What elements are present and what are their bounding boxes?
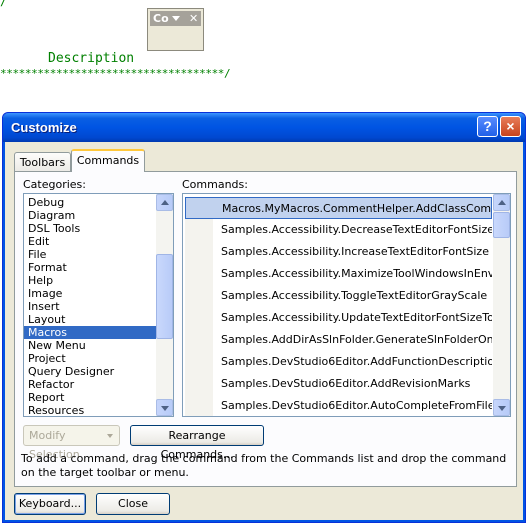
list-item[interactable]: Samples.Accessibility.MaximizeToolWindow…	[185, 263, 492, 285]
close-icon[interactable]: ✕	[189, 11, 198, 26]
command-label: Samples.DevStudio6Editor.AddFunctionDesc…	[221, 355, 492, 368]
close-icon: ×	[506, 118, 515, 134]
scroll-thumb[interactable]	[156, 254, 173, 339]
floating-toolbar-titlebar[interactable]: Co ✕	[150, 11, 201, 26]
scroll-down-button[interactable]	[156, 399, 173, 416]
list-item[interactable]: Edit	[24, 235, 173, 248]
scroll-down-button[interactable]	[493, 399, 510, 416]
categories-label: Categories:	[23, 178, 86, 191]
command-icon-gutter	[185, 329, 213, 351]
list-item[interactable]: Debug	[24, 196, 173, 209]
help-icon: ?	[483, 118, 492, 134]
tab-toolbars[interactable]: Toolbars	[14, 152, 71, 171]
list-item[interactable]: Samples.Accessibility.DecreaseTextEditor…	[185, 219, 492, 241]
list-item[interactable]: Samples.Accessibility.UpdateTextEditorFo…	[185, 307, 492, 329]
list-item[interactable]: New Menu	[24, 339, 173, 352]
list-item[interactable]: Project	[24, 352, 173, 365]
command-label: Samples.Accessibility.ToggleTextEditorGr…	[221, 289, 488, 302]
list-item-selected[interactable]: Macros	[24, 326, 173, 339]
list-item[interactable]: Samples.Accessibility.IncreaseTextEditor…	[185, 241, 492, 263]
command-icon-gutter	[185, 285, 213, 307]
list-item[interactable]: File	[24, 248, 173, 261]
dialog-titlebar[interactable]: Customize ? ×	[3, 113, 525, 142]
commands-label: Commands:	[182, 178, 248, 191]
code-comment-stars: ************************************/	[0, 67, 231, 80]
command-icon-gutter	[185, 263, 213, 285]
dialog-body: Toolbars Commands Categories: Commands: …	[6, 142, 522, 520]
dialog-title: Customize	[11, 120, 77, 135]
list-item[interactable]: Refactor	[24, 378, 173, 391]
floating-toolbar-title: Co	[153, 12, 169, 25]
commands-list[interactable]: Macros.MyMacros.CommentHelper.AddClassCo…	[182, 193, 511, 417]
list-item[interactable]: Layout	[24, 313, 173, 326]
command-label: Samples.DevStudio6Editor.AutoCompleteFro…	[221, 399, 492, 412]
command-icon-gutter	[185, 241, 213, 263]
tab-commands[interactable]: Commands	[71, 149, 145, 172]
list-item-selected[interactable]: Macros.MyMacros.CommentHelper.AddClassCo…	[185, 197, 492, 219]
command-icon-gutter	[185, 351, 213, 373]
scroll-up-button[interactable]	[493, 194, 510, 211]
close-window-button[interactable]: ×	[500, 116, 521, 137]
command-label: Samples.Accessibility.UpdateTextEditorFo…	[221, 311, 492, 324]
dropdown-arrow-icon[interactable]	[172, 16, 180, 21]
list-item[interactable]: Diagram	[24, 209, 173, 222]
list-item[interactable]: Samples.AddDirAsSlnFolder.GenerateSlnFol…	[185, 329, 492, 351]
commands-scrollbar[interactable]	[493, 194, 510, 416]
categories-scrollbar[interactable]	[156, 194, 173, 416]
list-item[interactable]: Format	[24, 261, 173, 274]
list-item[interactable]: Resources	[24, 404, 173, 416]
list-item[interactable]: Samples.DevStudio6Editor.AddFunctionDesc…	[185, 351, 492, 373]
list-item[interactable]: Samples.DevStudio6Editor.AutoCompleteFro…	[185, 395, 492, 416]
list-item[interactable]: Insert	[24, 300, 173, 313]
command-label: Samples.Accessibility.DecreaseTextEditor…	[221, 223, 492, 236]
list-item[interactable]: Samples.DevStudio6Editor.AddRevisionMark…	[185, 373, 492, 395]
command-label: Samples.AddDirAsSlnFolder.GenerateSlnFol…	[221, 333, 492, 346]
command-label: Samples.Accessibility.IncreaseTextEditor…	[221, 245, 489, 258]
scroll-up-button[interactable]	[156, 194, 173, 211]
list-item[interactable]: Query Designer	[24, 365, 173, 378]
command-label: Samples.DevStudio6Editor.AddRevisionMark…	[221, 377, 471, 390]
command-icon-gutter	[185, 373, 213, 395]
commands-tab-panel: Categories: Commands: Debug Diagram DSL …	[14, 171, 517, 487]
command-icon-gutter	[185, 219, 213, 241]
list-item[interactable]: DSL Tools	[24, 222, 173, 235]
rearrange-commands-button[interactable]: Rearrange Commands...	[130, 425, 264, 461]
chevron-down-icon	[107, 434, 113, 438]
code-fragment-top: /	[0, 0, 8, 8]
code-comment-description: Description	[48, 51, 135, 66]
command-icon-gutter	[186, 198, 214, 218]
close-button[interactable]: Close	[96, 493, 170, 515]
floating-toolbar[interactable]: Co ✕	[147, 8, 204, 51]
command-icon-gutter	[185, 395, 213, 416]
scroll-thumb[interactable]	[493, 212, 510, 238]
command-label: Samples.Accessibility.MaximizeToolWindow…	[221, 267, 492, 280]
list-item[interactable]: Image	[24, 287, 173, 300]
categories-list[interactable]: Debug Diagram DSL Tools Edit File Format…	[23, 193, 174, 417]
command-icon-gutter	[185, 307, 213, 329]
help-button[interactable]: ?	[477, 116, 498, 137]
keyboard-button[interactable]: Keyboard...	[14, 493, 86, 515]
modify-selection-button[interactable]: Modify Selection	[23, 425, 120, 461]
list-item[interactable]: Samples.Accessibility.ToggleTextEditorGr…	[185, 285, 492, 307]
command-label: Macros.MyMacros.CommentHelper.AddClassCo…	[222, 202, 492, 215]
drag-hint-text: To add a command, drag the command from …	[21, 452, 507, 479]
list-item[interactable]: Help	[24, 274, 173, 287]
customize-dialog: Customize ? × Toolbars Commands Categori…	[2, 112, 526, 523]
list-item[interactable]: Report	[24, 391, 173, 404]
